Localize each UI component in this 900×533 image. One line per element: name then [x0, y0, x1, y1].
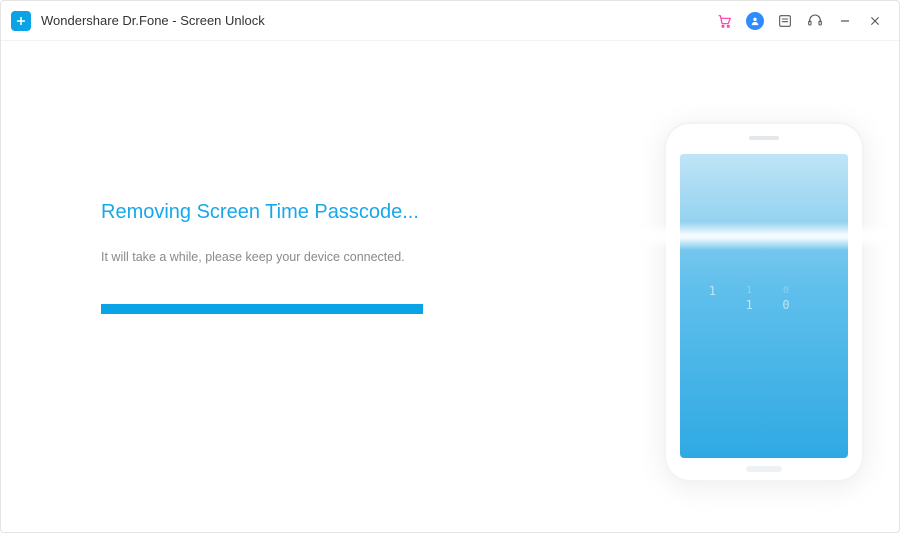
- support-icon[interactable]: [801, 7, 829, 35]
- account-icon[interactable]: [741, 7, 769, 35]
- progress-bar: [101, 304, 561, 314]
- content-area: Removing Screen Time Passcode... It will…: [1, 41, 899, 532]
- cart-icon[interactable]: [711, 7, 739, 35]
- phone-digits: 1 11 00: [680, 284, 848, 324]
- status-heading: Removing Screen Time Passcode...: [101, 201, 629, 224]
- titlebar: Wondershare Dr.Fone - Screen Unlock: [1, 1, 899, 41]
- app-title: Wondershare Dr.Fone - Screen Unlock: [41, 13, 265, 28]
- phone-illustration: 1 11 00: [664, 122, 864, 482]
- app-window: Wondershare Dr.Fone - Screen Unlock: [0, 0, 900, 533]
- progress-fill: [101, 304, 423, 314]
- scanline-effect: [634, 222, 894, 250]
- left-panel: Removing Screen Time Passcode... It will…: [1, 41, 629, 532]
- phone-screen: 1 11 00: [680, 154, 848, 458]
- close-button[interactable]: [861, 7, 889, 35]
- right-panel: 1 11 00: [629, 41, 899, 532]
- minimize-button[interactable]: [831, 7, 859, 35]
- app-logo-icon: [11, 11, 31, 31]
- status-subtext: It will take a while, please keep your d…: [101, 250, 629, 264]
- phone-screen-header: [680, 154, 848, 232]
- feedback-icon[interactable]: [771, 7, 799, 35]
